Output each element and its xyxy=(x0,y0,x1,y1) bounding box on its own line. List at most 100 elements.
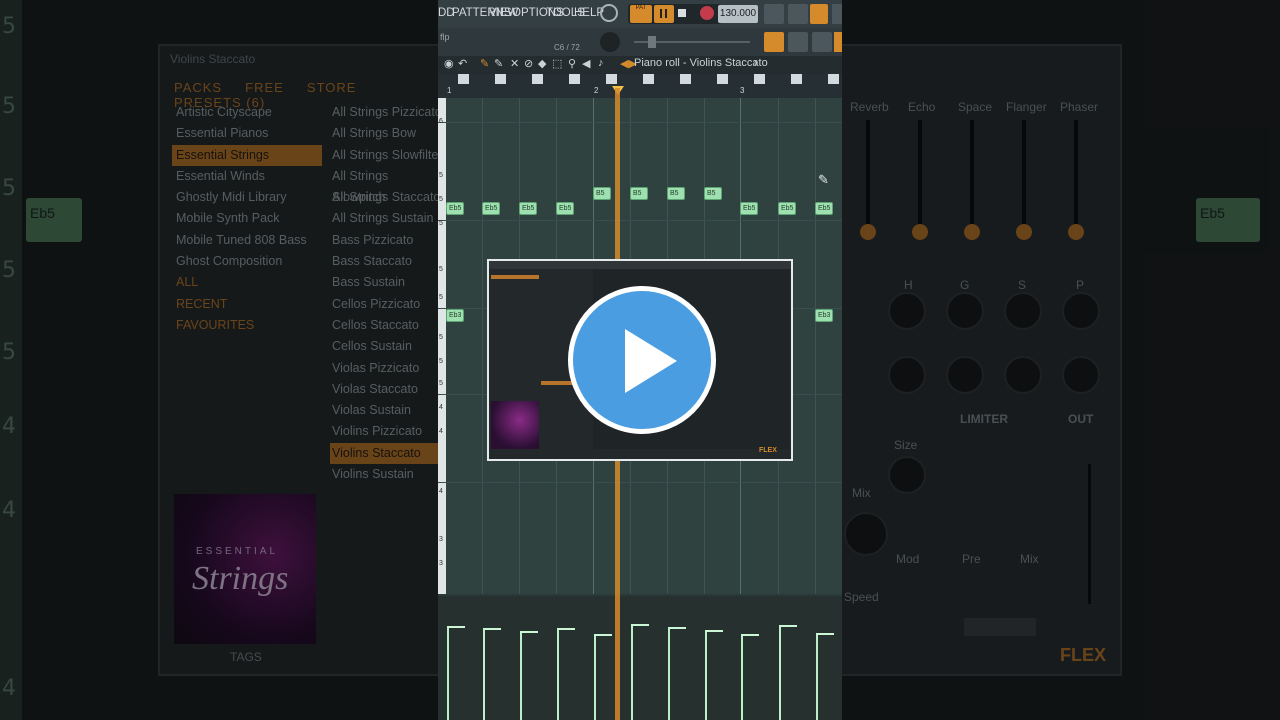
toolbar-row: flp C6 / 72 xyxy=(438,28,842,56)
velocity-cap xyxy=(741,634,759,636)
midi-note[interactable]: Eb5 xyxy=(740,202,758,215)
play-button[interactable] xyxy=(568,286,716,434)
beat-line xyxy=(815,98,816,594)
thumb-titlebar xyxy=(489,261,791,269)
delete-tool-icon[interactable]: ✕ xyxy=(510,57,519,70)
select-tool-icon[interactable]: ⬚ xyxy=(552,57,562,70)
midi-note[interactable]: Eb5 xyxy=(815,202,833,215)
key-label: 5 xyxy=(439,266,443,273)
velocity-cap xyxy=(447,626,465,628)
velocity-stem[interactable] xyxy=(741,634,743,720)
zoom-tool-icon[interactable]: ⚲ xyxy=(568,57,576,70)
key-label: 5 xyxy=(439,358,443,365)
plugin-icon[interactable] xyxy=(812,32,832,52)
toolbar-icon[interactable] xyxy=(834,32,842,52)
beat-line xyxy=(482,98,483,594)
velocity-stem[interactable] xyxy=(816,633,818,720)
velocity-cap xyxy=(594,634,612,636)
velocity-cap xyxy=(779,625,797,627)
options-icon[interactable]: ◉ xyxy=(444,57,454,70)
pause-button[interactable] xyxy=(654,5,674,23)
velocity-stem[interactable] xyxy=(631,624,633,720)
midi-note[interactable]: B5 xyxy=(630,187,648,200)
key-label: 4 xyxy=(439,404,443,411)
octave-line xyxy=(438,220,842,221)
octave-line xyxy=(438,482,842,483)
midi-note[interactable]: Eb5 xyxy=(446,202,464,215)
bar-number: 1 xyxy=(447,86,452,95)
pencil-tool-icon[interactable]: ✎ xyxy=(480,57,489,70)
velocity-cap xyxy=(668,627,686,629)
midi-note[interactable]: Eb3 xyxy=(446,309,464,322)
key-label: 4 xyxy=(439,488,443,495)
key-label: 5 xyxy=(439,220,443,227)
velocity-stem[interactable] xyxy=(705,630,707,720)
menu-bar: DD PATTERNS VIEW OPTIONS TOOLS HELP PAT … xyxy=(438,0,842,28)
midi-note[interactable]: Eb5 xyxy=(778,202,796,215)
key-label: 3 xyxy=(439,536,443,543)
midi-note[interactable]: Eb5 xyxy=(556,202,574,215)
thumb-cover-art xyxy=(491,401,539,449)
velocity-stem[interactable] xyxy=(520,631,522,720)
velocity-cap xyxy=(483,628,501,630)
velocity-lane[interactable] xyxy=(438,596,842,720)
bar-number: 2 xyxy=(594,86,599,95)
undo-icon[interactable]: ↶ xyxy=(458,57,467,70)
metronome-icon[interactable] xyxy=(764,4,784,24)
chevron-right-icon[interactable]: › xyxy=(754,57,758,69)
countdown-icon[interactable] xyxy=(810,4,828,24)
note-snap-strip xyxy=(438,74,842,84)
bar-number: 3 xyxy=(740,86,745,95)
velocity-cap xyxy=(520,631,538,633)
midi-note[interactable]: Eb5 xyxy=(519,202,537,215)
midi-note[interactable]: B5 xyxy=(667,187,685,200)
piano-roll-icon[interactable] xyxy=(764,32,784,52)
key-label: 6 xyxy=(439,118,443,125)
velocity-stem[interactable] xyxy=(447,626,449,720)
tempo-display[interactable]: 130.000 xyxy=(718,5,758,23)
stop-button[interactable] xyxy=(678,9,686,17)
velocity-cap xyxy=(705,630,723,632)
octave-line xyxy=(438,122,842,123)
recording-knob-icon[interactable] xyxy=(600,4,618,22)
key-label: 5 xyxy=(439,172,443,179)
midi-note[interactable]: Eb3 xyxy=(815,309,833,322)
pencil-cursor-icon: ✎ xyxy=(818,172,829,187)
play-icon xyxy=(625,329,677,393)
piano-roll-title: Piano roll - Violins Staccato xyxy=(634,57,768,69)
toolbar-icon[interactable] xyxy=(832,4,842,24)
speaker-icon[interactable]: ♪ xyxy=(598,57,604,69)
mute-tool-icon[interactable]: ⊘ xyxy=(524,57,533,70)
key-label: 3 xyxy=(439,560,443,567)
slice-tool-icon[interactable]: ◆ xyxy=(538,57,546,70)
wait-input-icon[interactable] xyxy=(788,4,808,24)
midi-note[interactable]: B5 xyxy=(593,187,611,200)
velocity-stem[interactable] xyxy=(483,628,485,720)
piano-roll-toolbar: ◉ ↶ ✎ ✎ ✕ ⊘ ◆ ⬚ ⚲ ◀ ♪ ◀▶ Piano roll - Vi… xyxy=(438,56,842,74)
key-label: 5 xyxy=(439,196,443,203)
velocity-cap xyxy=(557,628,575,630)
key-label: 5 xyxy=(439,294,443,301)
timeline-ruler[interactable]: 1 2 3 xyxy=(438,74,842,98)
arrow-icon[interactable] xyxy=(788,32,808,52)
velocity-stem[interactable] xyxy=(594,634,596,720)
velocity-cap xyxy=(631,624,649,626)
velocity-stem[interactable] xyxy=(557,628,559,720)
pattern-info: C6 / 72 xyxy=(554,43,580,52)
record-button[interactable] xyxy=(700,6,714,20)
pat-song-toggle[interactable]: PAT xyxy=(630,5,652,23)
midi-note[interactable]: B5 xyxy=(704,187,722,200)
playback-tool-icon[interactable]: ◀ xyxy=(582,57,590,70)
slider-handle[interactable] xyxy=(648,36,656,48)
thumb-flex-logo: FLEX xyxy=(759,447,777,454)
velocity-stem[interactable] xyxy=(668,627,670,720)
thumb-selected-pack xyxy=(491,275,539,279)
midi-note[interactable]: Eb5 xyxy=(482,202,500,215)
key-label: 5 xyxy=(439,334,443,341)
project-name: flp xyxy=(440,32,450,42)
velocity-cap xyxy=(816,633,834,635)
master-volume-knob[interactable] xyxy=(600,32,620,52)
paint-tool-icon[interactable]: ✎ xyxy=(494,57,503,70)
velocity-stem[interactable] xyxy=(779,625,781,720)
key-label: 5 xyxy=(439,380,443,387)
